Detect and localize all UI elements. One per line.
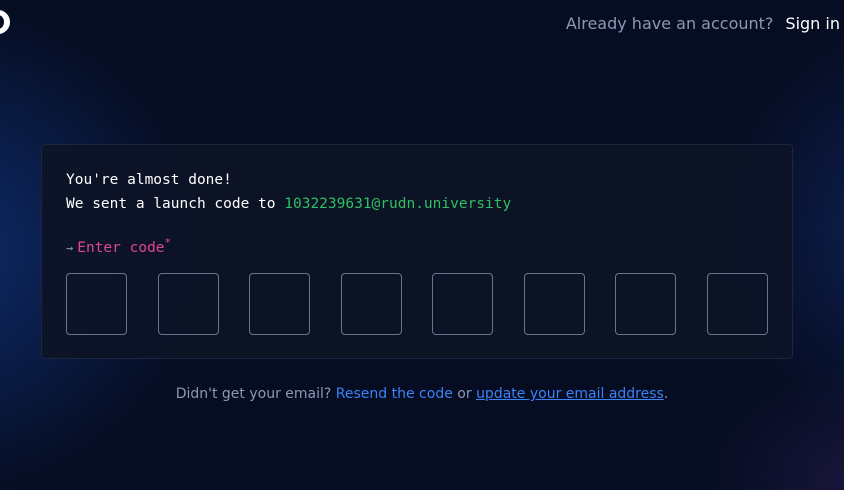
code-input-8[interactable]	[707, 273, 768, 335]
enter-code-label: → Enter code*	[66, 236, 171, 256]
code-input-7[interactable]	[615, 273, 676, 335]
arrow-right-icon: →	[66, 240, 74, 255]
sent-code-message: We sent a launch code to 1032239631@rudn…	[66, 196, 511, 212]
email-address: 1032239631@rudn.university	[284, 196, 512, 212]
sign-in-link[interactable]: Sign in	[785, 14, 840, 33]
header-auth: Already have an account? Sign in	[566, 14, 840, 33]
card-heading: You're almost done!	[66, 172, 232, 188]
footer-suffix: .	[663, 386, 669, 402]
code-input-5[interactable]	[432, 273, 493, 335]
enter-code-text: Enter code	[77, 239, 165, 256]
footer-or: or	[457, 386, 472, 402]
required-asterisk: *	[164, 236, 172, 249]
brand-logo-icon[interactable]	[0, 10, 10, 34]
update-email-link[interactable]: update your email address	[476, 386, 664, 402]
code-input-6[interactable]	[524, 273, 585, 335]
code-input-3[interactable]	[249, 273, 310, 335]
code-input-2[interactable]	[158, 273, 219, 335]
footer-prefix: Didn't get your email?	[175, 386, 332, 402]
verification-card: You're almost done! We sent a launch cod…	[41, 144, 793, 359]
code-input-4[interactable]	[341, 273, 402, 335]
already-have-account-text: Already have an account?	[565, 14, 774, 33]
resend-footer: Didn't get your email? Resend the code o…	[0, 386, 844, 402]
resend-code-link[interactable]: Resend the code	[336, 386, 453, 402]
code-input-1[interactable]	[66, 273, 127, 335]
sent-prefix: We sent a launch code to	[66, 196, 276, 212]
